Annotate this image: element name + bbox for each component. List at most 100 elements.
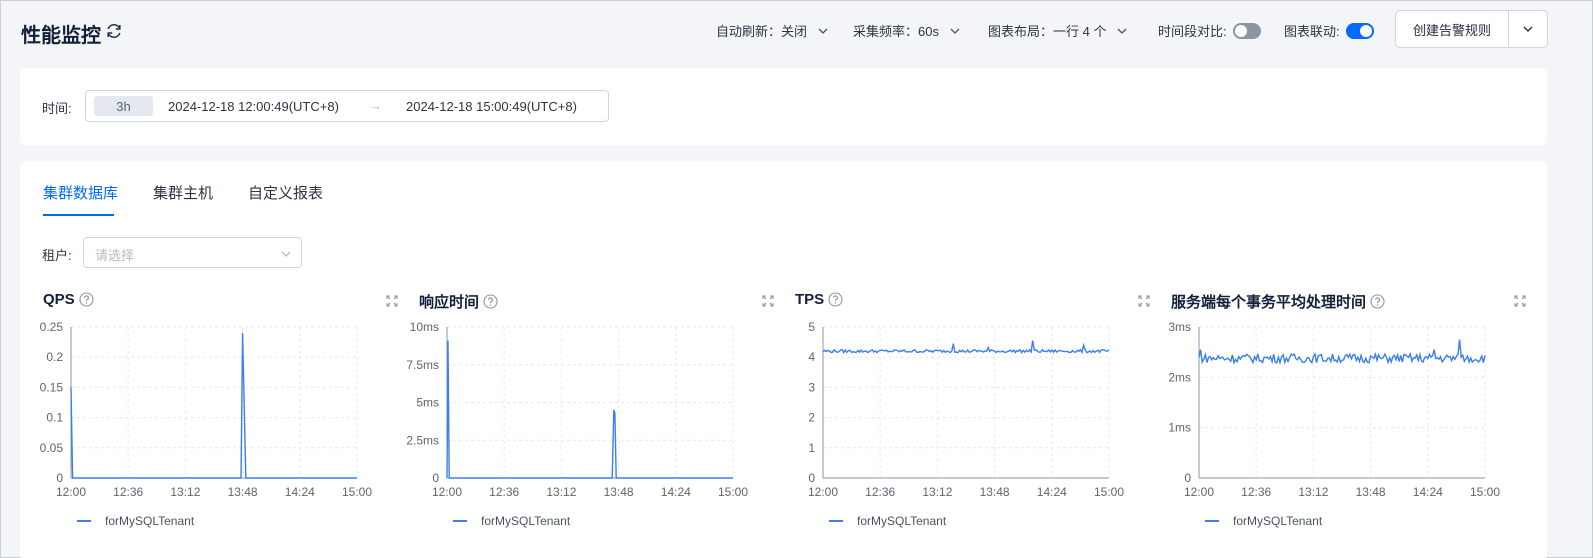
tenant-placeholder: 请选择 — [95, 248, 135, 263]
tab-cluster-host[interactable]: 集群主机 — [153, 182, 213, 203]
x-tick-label: 12:00 — [56, 485, 86, 499]
y-tick-label: 3 — [808, 380, 815, 394]
x-tick-label: 15:00 — [1094, 485, 1124, 499]
chart-panel-avg-transaction-time: 服务端每个事务平均处理时间 0 1ms 2ms 3ms 12:00 12:36 13:12 13… — [1168, 287, 1527, 557]
x-tick-label: 14:24 — [1413, 485, 1443, 499]
chart-title: TPS — [795, 291, 843, 308]
expand-icon[interactable] — [386, 295, 398, 307]
chart-legend-item[interactable]: forMySQLTenant — [1205, 514, 1322, 528]
chevron-down-icon — [950, 28, 960, 34]
chevron-down-icon — [1523, 26, 1533, 32]
y-tick-label: 1ms — [1168, 421, 1191, 435]
legend-label: forMySQLTenant — [1233, 514, 1323, 528]
y-tick-label: 0.05 — [40, 441, 64, 455]
series-line — [822, 340, 1110, 355]
end-time[interactable]: 2024-12-18 15:00:49(UTC+8) — [406, 99, 577, 114]
chart-linkage-toggle[interactable] — [1345, 22, 1374, 39]
legend-label: forMySQLTenant — [857, 514, 947, 528]
collect-frequency-label: 采集频率：60s — [853, 24, 939, 39]
chart-title: 服务端每个事务平均处理时间 — [1171, 291, 1385, 312]
tab-cluster-database[interactable]: 集群数据库 — [43, 182, 118, 203]
chart-response-time[interactable]: 0 2.5ms 5ms 7.5ms 10ms 12:00 12:36 13:12 13:48 14… — [396, 317, 768, 507]
refresh-icon[interactable] — [105, 22, 123, 40]
legend-label: forMySQLTenant — [481, 514, 571, 528]
chart-legend-item[interactable]: forMySQLTenant — [829, 514, 946, 528]
y-tick-label: 4 — [808, 350, 815, 364]
help-icon[interactable] — [828, 292, 843, 307]
x-tick-label: 13:12 — [170, 485, 200, 499]
chart-tps[interactable]: 0 1 2 3 4 5 12:00 12:36 13:12 13:48 14:24 15:00 — [772, 317, 1144, 507]
x-tick-label: 12:36 — [113, 485, 143, 499]
y-tick-label: 2.5ms — [406, 433, 439, 447]
x-tick-label: 12:36 — [1241, 485, 1271, 499]
expand-icon[interactable] — [1138, 295, 1150, 307]
expand-icon[interactable] — [1514, 295, 1526, 307]
y-tick-label: 0.25 — [40, 320, 64, 334]
x-tick-label: 14:24 — [285, 485, 315, 499]
x-tick-label: 13:12 — [546, 485, 576, 499]
x-tick-label: 13:48 — [604, 485, 634, 499]
chart-qps[interactable]: 0 0.05 0.1 0.15 0.2 0.25 12:00 12:36 13:12 13:48 1… — [20, 317, 392, 507]
time-compare-toggle[interactable] — [1232, 22, 1261, 39]
y-tick-label: 5 — [808, 320, 815, 334]
chart-title-text: QPS — [43, 291, 75, 308]
start-time[interactable]: 2024-12-18 12:00:49(UTC+8) — [168, 99, 339, 114]
series-line — [70, 332, 357, 479]
y-tick-label: 0.2 — [46, 350, 63, 364]
range-arrow-icon: → — [369, 98, 382, 113]
legend-swatch — [453, 520, 467, 522]
chart-legend-item[interactable]: forMySQLTenant — [77, 514, 194, 528]
x-tick-label: 15:00 — [718, 485, 748, 499]
x-tick-label: 12:36 — [865, 485, 895, 499]
y-tick-label: 0 — [432, 471, 439, 485]
y-tick-label: 0 — [1184, 471, 1191, 485]
expand-icon[interactable] — [762, 295, 774, 307]
x-tick-label: 13:12 — [922, 485, 952, 499]
x-tick-label: 13:12 — [1298, 485, 1328, 499]
y-tick-label: 2 — [808, 411, 815, 425]
chevron-down-icon — [1118, 28, 1127, 34]
legend-label: forMySQLTenant — [105, 514, 195, 528]
chart-panel-response-time: 响应时间 0 2.5ms 5ms 7.5ms 10ms 12:00 12:36 13:12 13:… — [406, 287, 775, 557]
x-tick-label: 13:48 — [228, 485, 258, 499]
toggle-knob — [1359, 24, 1372, 37]
legend-swatch — [829, 520, 843, 522]
x-tick-label: 12:00 — [808, 485, 838, 499]
time-compare-control: 时间段对比: — [1158, 21, 1261, 40]
time-range-picker[interactable]: 3h 2024-12-18 12:00:49(UTC+8) → 2024-12-… — [85, 90, 609, 122]
chart-legend-item[interactable]: forMySQLTenant — [453, 514, 570, 528]
monitor-card: 集群数据库 集群主机 自定义报表 租户: 请选择 QPS 0 0.05 0.1 0.15… — [20, 161, 1547, 558]
chart-layout-select[interactable]: 图表布局：一行 4 个 — [988, 21, 1128, 40]
help-icon[interactable] — [483, 294, 498, 309]
chart-linkage-label: 图表联动: — [1284, 24, 1340, 39]
toggle-knob — [1234, 24, 1247, 37]
y-tick-label: 10ms — [410, 320, 439, 334]
chart-panel-qps: QPS 0 0.05 0.1 0.15 0.2 0.25 12:00 12:36 13:12 13:… — [40, 287, 399, 557]
y-tick-label: 0 — [56, 471, 63, 485]
auto-refresh-select[interactable]: 自动刷新：关闭 — [716, 21, 829, 40]
auto-refresh-label: 自动刷新：关闭 — [716, 24, 808, 39]
quick-range-tag[interactable]: 3h — [94, 96, 153, 116]
chart-title-text: TPS — [795, 291, 825, 308]
create-alert-rule-button[interactable]: 创建告警规则 — [1396, 11, 1509, 47]
chevron-down-icon — [281, 251, 291, 257]
x-tick-label: 13:48 — [980, 485, 1010, 499]
chart-title: QPS — [43, 291, 94, 308]
help-icon[interactable] — [1370, 294, 1385, 309]
tenant-label: 租户: — [42, 248, 72, 263]
chart-title-text: 服务端每个事务平均处理时间 — [1171, 294, 1367, 311]
y-tick-label: 2ms — [1168, 370, 1191, 384]
create-alert-dropdown-button[interactable] — [1509, 11, 1547, 47]
tab-custom-report[interactable]: 自定义报表 — [248, 182, 323, 203]
y-tick-label: 3ms — [1168, 320, 1191, 334]
chart-layout-label: 图表布局：一行 4 个 — [988, 24, 1107, 39]
series-line — [446, 340, 733, 479]
collect-frequency-select[interactable]: 采集频率：60s — [853, 21, 961, 40]
x-tick-label: 12:00 — [1184, 485, 1214, 499]
chart-avg-transaction-time[interactable]: 0 1ms 2ms 3ms 12:00 12:36 13:12 13:48 14:24 15:00 — [1148, 317, 1520, 507]
legend-swatch — [77, 520, 91, 522]
help-icon[interactable] — [79, 292, 94, 307]
x-tick-label: 13:48 — [1356, 485, 1386, 499]
tenant-select[interactable]: 请选择 — [83, 237, 302, 268]
time-compare-label: 时间段对比: — [1158, 24, 1227, 39]
